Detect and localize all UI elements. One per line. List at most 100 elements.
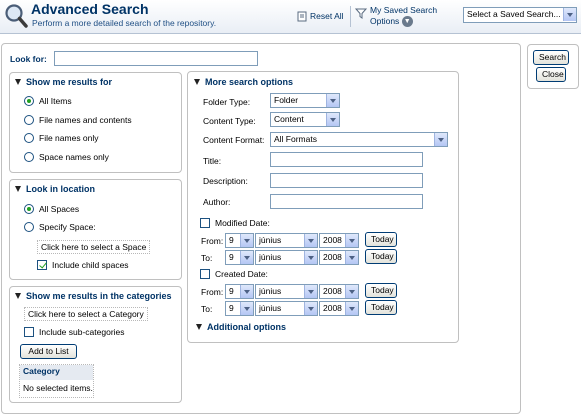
modified-date-checkbox[interactable]: Modified Date: [200, 218, 270, 228]
chevron-down-icon [304, 302, 317, 315]
category-table: Category No selected items. [19, 364, 94, 398]
chevron-down-icon [304, 251, 317, 264]
additional-options-text: Additional options [207, 322, 286, 332]
checkbox-label: Include child spaces [52, 260, 129, 270]
modified-from-month[interactable]: június [255, 233, 318, 248]
radio-button[interactable] [24, 222, 34, 232]
additional-options-toggle[interactable]: Additional options [196, 322, 286, 332]
results-for-title[interactable]: Show me results for [15, 77, 112, 87]
reset-all-label: Reset All [310, 11, 344, 21]
modified-to-day[interactable]: 9 [225, 250, 254, 265]
radio-space-names-only[interactable]: Space names only [24, 152, 109, 162]
chevron-down-icon [240, 234, 253, 247]
chevron-down-icon [434, 133, 447, 146]
radio-label: File names only [39, 133, 99, 143]
look-for-input[interactable] [54, 51, 258, 66]
radio-all-items[interactable]: All Items [24, 96, 72, 106]
radio-file-names-contents[interactable]: File names and contents [24, 115, 132, 125]
title-input[interactable] [270, 152, 423, 167]
select-space-link[interactable]: Click here to select a Space [37, 240, 151, 254]
radio-button[interactable] [24, 152, 34, 162]
location-title[interactable]: Look in location [15, 184, 95, 194]
saved-options-line2: Options [370, 16, 400, 26]
folder-type-select[interactable]: Folder [270, 93, 340, 108]
created-to-year[interactable]: 2008 [319, 301, 359, 316]
chevron-down-icon [240, 285, 253, 298]
day-value: 9 [229, 252, 234, 262]
saved-search-select-value: Select a Saved Search... [467, 9, 561, 19]
radio-button[interactable] [24, 96, 34, 106]
categories-title[interactable]: Show me results in the categories [15, 291, 172, 301]
description-input[interactable] [270, 173, 423, 188]
checkbox[interactable] [37, 260, 47, 270]
magnifier-icon [4, 3, 28, 29]
modified-from-today-button[interactable]: Today [365, 232, 397, 247]
radio-specify-space[interactable]: Specify Space: [24, 222, 96, 232]
content-format-value: All Formats [274, 134, 317, 144]
created-from-month[interactable]: június [255, 284, 318, 299]
modified-to-year[interactable]: 2008 [319, 250, 359, 265]
radio-label: All Items [39, 96, 72, 106]
chevron-down-icon [345, 285, 358, 298]
saved-search-select[interactable]: Select a Saved Search... [463, 7, 577, 23]
page-title: Advanced Search [31, 1, 149, 17]
saved-search-options-button[interactable]: My Saved Search Options ▼ [354, 5, 438, 28]
month-value: június [259, 235, 282, 245]
radio-button[interactable] [24, 115, 34, 125]
author-input[interactable] [270, 194, 423, 209]
title-label: Title: [203, 156, 222, 166]
created-from-today-button[interactable]: Today [365, 283, 397, 298]
year-value: 2008 [323, 252, 342, 262]
year-value: 2008 [323, 303, 342, 313]
chevron-down-icon [304, 285, 317, 298]
reset-all-button[interactable]: Reset All [297, 9, 344, 23]
created-to-day[interactable]: 9 [225, 301, 254, 316]
content-type-select[interactable]: Content [270, 112, 340, 127]
year-value: 2008 [323, 286, 342, 296]
content-format-select[interactable]: All Formats [270, 132, 448, 147]
chevron-down-icon: ▼ [401, 16, 413, 28]
more-options-title[interactable]: More search options [194, 77, 293, 87]
select-category-link[interactable]: Click here to select a Category [24, 307, 148, 321]
content-type-value: Content [274, 114, 304, 124]
include-sub-categories[interactable]: Include sub-categories [24, 327, 125, 337]
chevron-down-icon [326, 113, 339, 126]
created-from-day[interactable]: 9 [225, 284, 254, 299]
modified-to-month[interactable]: június [255, 250, 318, 265]
checkbox-label: Modified Date: [215, 218, 270, 228]
description-label: Description: [203, 176, 248, 186]
chevron-down-icon [345, 251, 358, 264]
include-child-spaces[interactable]: Include child spaces [37, 260, 129, 270]
created-to-month[interactable]: június [255, 301, 318, 316]
page-subtitle: Perform a more detailed search of the re… [32, 18, 217, 28]
checkbox[interactable] [200, 269, 210, 279]
month-value: június [259, 252, 282, 262]
radio-all-spaces[interactable]: All Spaces [24, 204, 79, 214]
chevron-down-icon [345, 234, 358, 247]
checkbox[interactable] [200, 218, 210, 228]
chevron-down-icon [563, 8, 576, 21]
day-value: 9 [229, 303, 234, 313]
radio-button[interactable] [24, 133, 34, 143]
created-to-today-button[interactable]: Today [365, 300, 397, 315]
modified-to-today-button[interactable]: Today [365, 249, 397, 264]
created-date-checkbox[interactable]: Created Date: [200, 269, 268, 279]
more-options-title-text: More search options [205, 77, 294, 87]
filter-funnel-icon [354, 8, 368, 21]
created-from-year[interactable]: 2008 [319, 284, 359, 299]
chevron-down-icon [326, 94, 339, 107]
add-to-list-button[interactable]: Add to List [20, 344, 77, 359]
modified-from-year[interactable]: 2008 [319, 233, 359, 248]
close-button[interactable]: Close [536, 67, 566, 82]
saved-options-line1: My Saved Search [370, 5, 438, 15]
radio-button[interactable] [24, 204, 34, 214]
search-button[interactable]: Search [533, 50, 569, 65]
location-title-text: Look in location [26, 184, 95, 194]
chevron-down-icon [240, 251, 253, 264]
checkbox[interactable] [24, 327, 34, 337]
radio-file-names-only[interactable]: File names only [24, 133, 99, 143]
year-value: 2008 [323, 235, 342, 245]
category-empty-text: No selected items. [23, 383, 93, 393]
content-type-label: Content Type: [203, 116, 256, 126]
modified-from-day[interactable]: 9 [225, 233, 254, 248]
